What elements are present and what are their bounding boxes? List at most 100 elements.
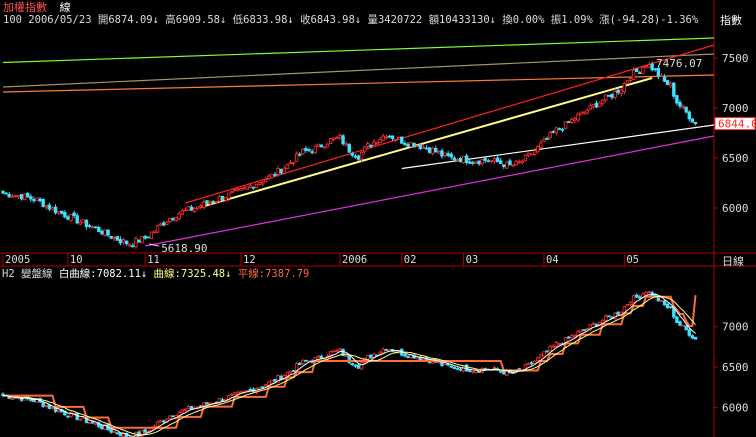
- candle-body: [638, 72, 642, 75]
- candle-body: [202, 402, 206, 406]
- last-price-tag: 6844.0: [718, 118, 756, 131]
- candle-body: [220, 195, 225, 201]
- candle-body: [628, 302, 633, 305]
- candle-body: [631, 295, 636, 304]
- candle-body: [103, 229, 107, 236]
- candle-body: [112, 237, 116, 240]
- candle-body: [350, 153, 355, 156]
- candle-body: [162, 222, 166, 226]
- candle-body: [328, 138, 333, 145]
- candle-body: [554, 127, 559, 134]
- candle-body: [619, 89, 623, 94]
- candle-body: [322, 146, 327, 149]
- candle-body: [233, 189, 237, 192]
- candle-body: [344, 355, 348, 357]
- candle-body: [424, 147, 429, 150]
- candle-body: [665, 303, 670, 309]
- candle-body: [118, 238, 123, 244]
- candle-body: [610, 94, 614, 98]
- candle-body: [325, 143, 330, 148]
- candle-body: [338, 348, 342, 351]
- candle-body: [591, 104, 596, 108]
- candle-body: [684, 325, 688, 331]
- candle-body: [260, 181, 265, 185]
- candle-body: [477, 160, 481, 165]
- candle-body: [152, 230, 157, 233]
- candle-body: [78, 418, 82, 421]
- candle-body: [47, 404, 52, 409]
- candle-body: [545, 350, 549, 353]
- candle-body: [384, 136, 389, 139]
- x-tick-label: 04: [546, 254, 559, 266]
- candle-body: [644, 65, 648, 68]
- candle-body: [78, 221, 82, 225]
- candle-body: [452, 157, 457, 161]
- candle-body: [140, 236, 144, 244]
- white-curve-series: [3, 293, 696, 437]
- candle-body: [498, 370, 503, 373]
- candle-body: [591, 323, 596, 326]
- x-tick-label: 11: [147, 254, 160, 266]
- candle-body: [551, 130, 555, 133]
- candle-body: [94, 423, 98, 425]
- candle-body: [545, 138, 549, 140]
- candle-body: [134, 238, 138, 248]
- candle-body: [517, 161, 521, 164]
- chart-canvas[interactable]: 2005 10 11 12 2006 02 03 04 05 6000 6500 7000 7500 60…: [0, 0, 756, 437]
- candle-body: [362, 146, 367, 153]
- candle-body: [109, 235, 113, 239]
- candle-body: [285, 371, 290, 377]
- candle-body: [570, 118, 574, 123]
- candle-body: [681, 105, 685, 108]
- candle-body: [452, 367, 457, 370]
- candle-body: [298, 153, 302, 156]
- candle-body: [310, 151, 314, 153]
- candle-body: [483, 157, 487, 161]
- candle-body: [118, 432, 123, 437]
- candle-body: [356, 155, 361, 160]
- candles-bottom: [1, 290, 698, 437]
- candle-body: [233, 392, 237, 396]
- candle-body: [44, 205, 48, 208]
- candle-body: [662, 76, 667, 82]
- candle-body: [443, 152, 447, 156]
- candle-body: [177, 213, 181, 220]
- candle-body: [356, 364, 361, 369]
- candle-body: [16, 195, 21, 198]
- candle-body: [539, 142, 543, 148]
- candle-body: [570, 335, 574, 339]
- candle-body: [495, 157, 500, 163]
- candle-body: [548, 132, 552, 138]
- candle-body: [301, 148, 305, 155]
- candle-body: [628, 77, 633, 81]
- candle-body: [264, 384, 268, 387]
- candle-body: [446, 153, 450, 156]
- candle-body: [205, 200, 209, 204]
- x-unit-label[interactable]: 日線: [722, 255, 744, 268]
- candle-body: [180, 409, 184, 413]
- candle-body: [56, 210, 61, 214]
- candle-body: [557, 343, 562, 345]
- candle-body: [498, 160, 503, 164]
- candle-body: [270, 173, 274, 178]
- candle-body: [665, 80, 670, 86]
- candle-body: [304, 148, 308, 151]
- candle-body: [248, 389, 253, 391]
- candle-body: [10, 397, 14, 400]
- candle-body: [437, 151, 441, 154]
- candle-body: [100, 230, 104, 235]
- candle-body: [260, 386, 265, 389]
- candle-body: [514, 160, 518, 166]
- candle-body: [56, 410, 61, 413]
- candle-body: [75, 215, 79, 224]
- candle-body: [604, 94, 608, 101]
- candle-body: [669, 306, 673, 309]
- candle-body: [223, 197, 228, 201]
- candle-body: [573, 334, 577, 338]
- candle-body: [146, 236, 150, 239]
- candle-body: [239, 188, 243, 191]
- candle-body: [659, 75, 664, 78]
- candle-body: [523, 154, 528, 162]
- candle-body: [576, 113, 580, 121]
- candle-body: [449, 365, 453, 368]
